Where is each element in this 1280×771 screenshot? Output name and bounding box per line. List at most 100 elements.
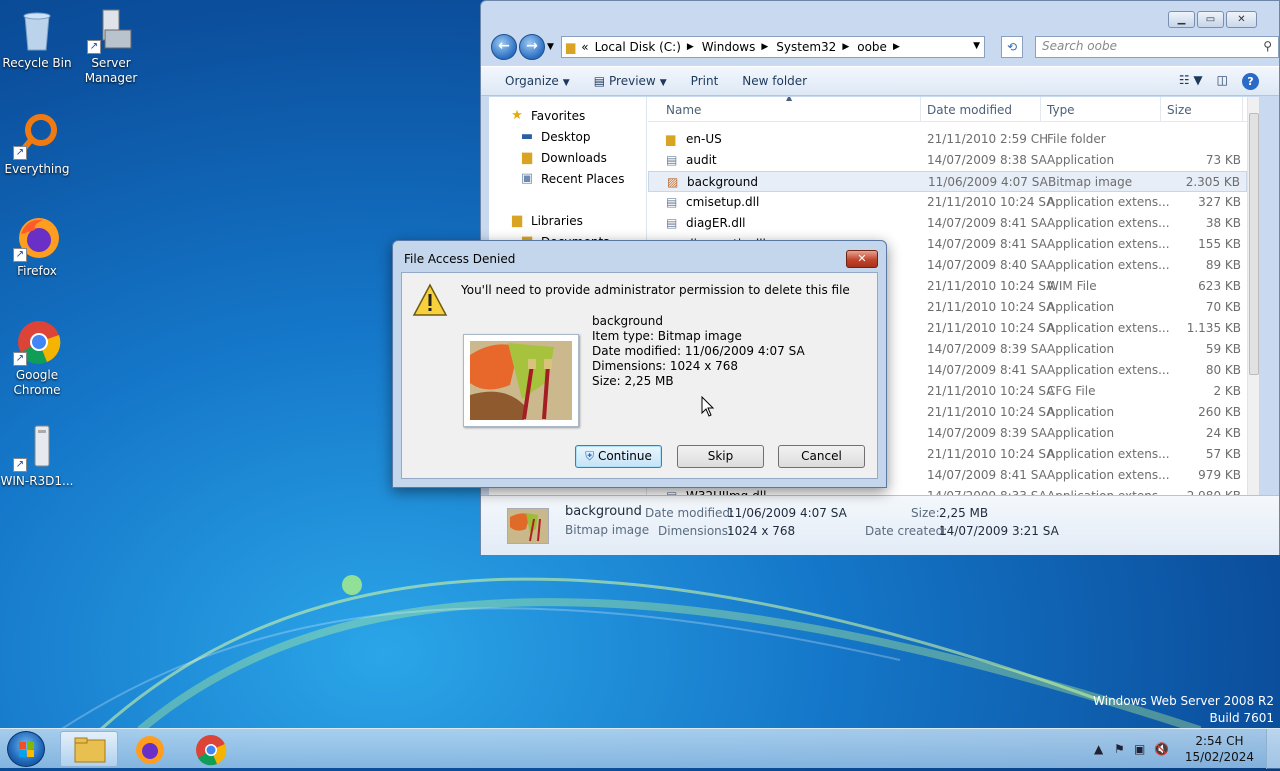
dialog-close-button[interactable]: ✕: [846, 250, 878, 268]
search-icon[interactable]: ⚲: [1263, 39, 1272, 53]
recent-places-icon: ▣: [520, 171, 534, 186]
nav-desktop[interactable]: ▬ Desktop: [519, 129, 591, 144]
taskbar-explorer-button[interactable]: [60, 731, 118, 767]
continue-button[interactable]: ⛨ Continue: [575, 445, 662, 468]
forward-button[interactable]: →: [519, 34, 545, 60]
column-type[interactable]: Type: [1047, 103, 1075, 117]
forward-arrow-icon: →: [526, 38, 538, 54]
details-size-label: Size:: [911, 506, 940, 520]
cell-type: Application extens...: [1047, 321, 1170, 335]
minimize-icon: ▁: [1177, 14, 1186, 25]
computer-icon: ↗: [13, 424, 61, 472]
shortcut-arrow-icon: ↗: [13, 458, 27, 472]
details-date-label: Date modified:: [645, 506, 735, 520]
view-options-icon[interactable]: ☷ ▼: [1179, 73, 1203, 90]
nav-downloads[interactable]: ▆ Downloads: [519, 150, 607, 165]
cell-type: Application: [1047, 426, 1115, 440]
address-prefix[interactable]: «: [581, 40, 588, 54]
minimize-button[interactable]: ▁: [1168, 11, 1195, 28]
skip-button[interactable]: Skip: [677, 445, 764, 468]
desktop-icon-recycle-bin[interactable]: Recycle Bin: [0, 6, 74, 71]
desktop-icon-label: WIN-R3D1...: [0, 474, 74, 488]
table-row[interactable]: ▨ background 11/06/2009 4:07 SA Bitmap imag…: [648, 171, 1247, 192]
desktop-icon-firefox[interactable]: ↗ Firefox: [0, 214, 74, 279]
print-button[interactable]: Print: [691, 74, 719, 88]
breadcrumb-windows[interactable]: Windows: [702, 40, 756, 54]
nav-favorites[interactable]: ★ Favorites: [509, 108, 585, 123]
nav-libraries[interactable]: ▆ Libraries: [509, 213, 583, 228]
search-input[interactable]: Search oobe ⚲: [1035, 36, 1279, 58]
breadcrumb-local-disk[interactable]: Local Disk (C:): [595, 40, 681, 54]
server-manager-icon: ↗: [87, 6, 135, 54]
start-button[interactable]: [7, 731, 45, 767]
window-controls: ▁ ▭ ✕: [1168, 11, 1257, 28]
show-hidden-icons-icon[interactable]: ▲: [1094, 742, 1103, 756]
cell-date: 21/11/2010 2:59 CH: [927, 132, 1049, 146]
shortcut-arrow-icon: ↗: [13, 248, 27, 262]
cell-size: 260 KB: [1198, 405, 1241, 419]
refresh-button[interactable]: ⟲: [1001, 36, 1023, 58]
cell-date: 21/11/2010 10:24 SA: [927, 300, 1055, 314]
desktop-icon-everything[interactable]: ↗ Everything: [0, 112, 74, 177]
desktop-icon-computer[interactable]: ↗ WIN-R3D1...: [0, 424, 74, 489]
cell-date: 21/11/2010 10:24 SA: [927, 279, 1055, 293]
system-clock[interactable]: 2:54 CH 15/02/2024: [1185, 733, 1254, 765]
close-window-button[interactable]: ✕: [1226, 11, 1257, 28]
table-row[interactable]: ▆ en-US 21/11/2010 2:59 CH File folder: [648, 129, 1247, 150]
cell-date: 14/07/2009 8:38 SA: [927, 153, 1047, 167]
column-size[interactable]: Size: [1167, 103, 1192, 117]
address-bar[interactable]: ▆ « Local Disk (C:) ▶ Windows ▶ System32 ▶ …: [561, 36, 985, 58]
cell-name: background: [687, 175, 758, 189]
recent-pages-dropdown-icon[interactable]: ▼: [547, 42, 554, 52]
cell-size: 59 KB: [1205, 342, 1241, 356]
breadcrumb-separator-icon[interactable]: ▶: [687, 42, 694, 52]
address-dropdown-icon[interactable]: ▼: [973, 41, 980, 51]
volume-muted-icon[interactable]: 🔇: [1154, 742, 1169, 756]
uac-shield-icon: ⛨: [585, 449, 595, 463]
table-row[interactable]: ▤ cmisetup.dll 21/11/2010 10:24 SA Applicat…: [648, 192, 1247, 213]
vertical-scrollbar[interactable]: [1247, 97, 1259, 495]
show-desktop-button[interactable]: [1266, 729, 1280, 769]
desktop-icon-google-chrome[interactable]: ↗ Google Chrome: [0, 318, 74, 398]
action-center-flag-icon[interactable]: ⚑: [1114, 742, 1125, 756]
network-icon[interactable]: ▣: [1134, 742, 1145, 756]
taskbar-firefox-button[interactable]: [121, 731, 179, 767]
breadcrumb-separator-icon[interactable]: ▶: [893, 42, 900, 52]
table-row[interactable]: ▤ audit 14/07/2009 8:38 SA Application 73 KB: [648, 150, 1247, 171]
cell-date: 14/07/2009 8:39 SA: [927, 426, 1047, 440]
desktop-icon-label: Everything: [4, 162, 70, 176]
column-date-modified[interactable]: Date modified: [927, 103, 1012, 117]
breadcrumb-separator-icon[interactable]: ▶: [761, 42, 768, 52]
dialog-file-name: background: [592, 314, 663, 328]
details-file-kind: Bitmap image: [565, 523, 650, 537]
help-icon[interactable]: ?: [1242, 73, 1259, 90]
organize-button[interactable]: Organize ▼: [505, 74, 570, 88]
cell-size: 89 KB: [1205, 258, 1241, 272]
scrollbar-thumb[interactable]: [1249, 113, 1259, 375]
nav-recent-places[interactable]: ▣ Recent Places: [519, 171, 625, 186]
breadcrumb-system32[interactable]: System32: [776, 40, 836, 54]
file-icon: ▤: [666, 153, 678, 167]
breadcrumb-oobe[interactable]: oobe: [857, 40, 887, 54]
cell-size: 57 KB: [1205, 447, 1241, 461]
everything-search-icon: ↗: [13, 112, 61, 160]
preview-pane-icon[interactable]: ◫: [1217, 73, 1228, 90]
new-folder-button[interactable]: New folder: [742, 74, 807, 88]
cell-type: Application: [1047, 405, 1115, 419]
cell-date: 21/11/2010 10:24 SA: [927, 384, 1055, 398]
breadcrumb-separator-icon[interactable]: ▶: [842, 42, 849, 52]
command-bar-right: ☷ ▼ ◫ ?: [1179, 73, 1259, 90]
maximize-button[interactable]: ▭: [1197, 11, 1224, 28]
back-button[interactable]: ←: [491, 34, 517, 60]
cell-type: Application extens...: [1047, 195, 1170, 209]
taskbar-chrome-button[interactable]: [182, 731, 240, 767]
desktop-icon-server-manager[interactable]: ↗ Server Manager: [74, 6, 148, 86]
cell-date: 21/11/2010 10:24 SA: [927, 321, 1055, 335]
cell-type: Application extens...: [1047, 216, 1170, 230]
preview-button[interactable]: ▤ Preview ▼: [594, 74, 667, 88]
dialog-size: Size: 2,25 MB: [592, 374, 674, 388]
cancel-button[interactable]: Cancel: [778, 445, 865, 468]
column-name[interactable]: Name: [666, 103, 701, 117]
table-row[interactable]: ▤ diagER.dll 14/07/2009 8:41 SA Application…: [648, 213, 1247, 234]
details-file-name: background: [565, 504, 642, 519]
